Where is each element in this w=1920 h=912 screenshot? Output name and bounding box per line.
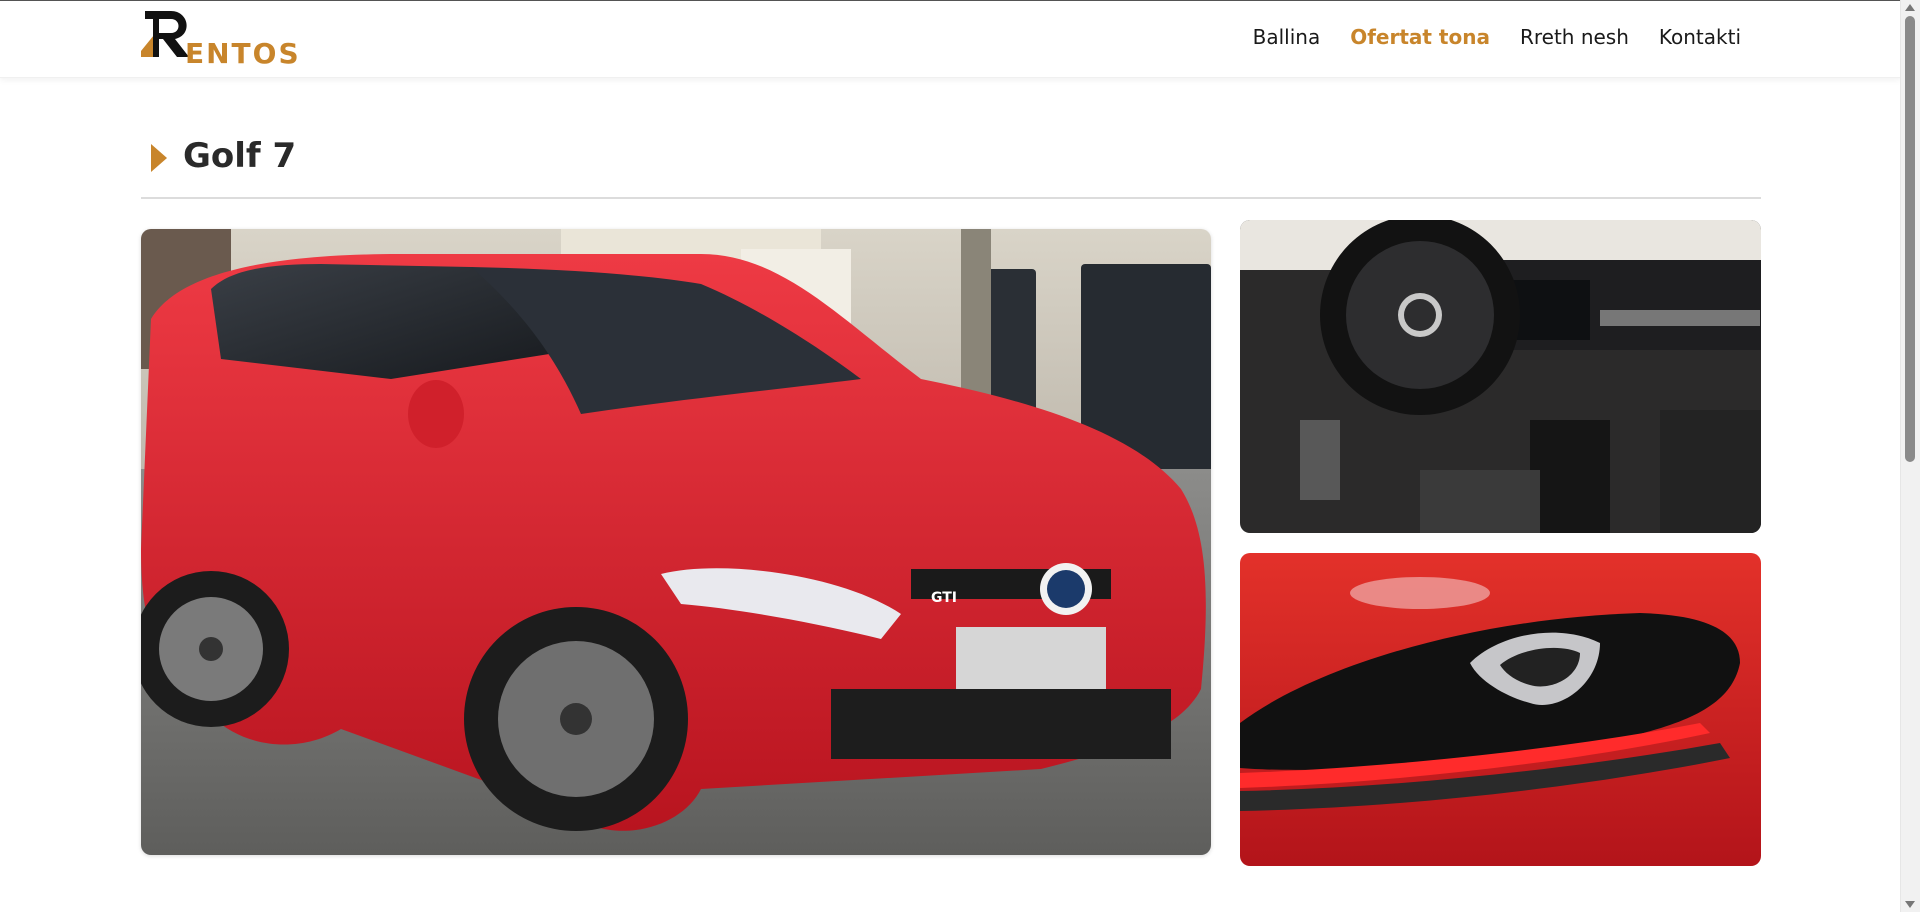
nav-link-ballina[interactable]: Ballina <box>1253 25 1321 49</box>
page-scrollbar[interactable] <box>1900 0 1920 912</box>
scroll-down-arrow-icon[interactable] <box>1905 901 1915 908</box>
interior-photo[interactable] <box>1240 220 1761 533</box>
headlight-photo[interactable] <box>1240 553 1761 866</box>
navbar: ENTOS Ballina Ofertat tona Rreth nesh Ko… <box>0 1 1901 78</box>
logo-text: ENTOS <box>185 37 301 70</box>
triangle-right-icon <box>151 144 167 172</box>
nav-link-kontakti[interactable]: Kontakti <box>1659 25 1741 49</box>
main-car-photo[interactable]: GTI <box>141 229 1211 855</box>
nav-link-ofertat-tona[interactable]: Ofertat tona <box>1350 25 1490 49</box>
scrollbar-thumb[interactable] <box>1905 16 1915 462</box>
main-nav: Ballina Ofertat tona Rreth nesh Kontakti <box>1253 25 1741 49</box>
gti-badge: GTI <box>931 590 957 606</box>
logo[interactable]: ENTOS <box>141 11 311 71</box>
scroll-up-arrow-icon[interactable] <box>1905 4 1915 11</box>
nav-link-rreth-nesh[interactable]: Rreth nesh <box>1520 25 1629 49</box>
title-divider <box>141 197 1761 199</box>
page-title: Golf 7 <box>183 136 297 176</box>
